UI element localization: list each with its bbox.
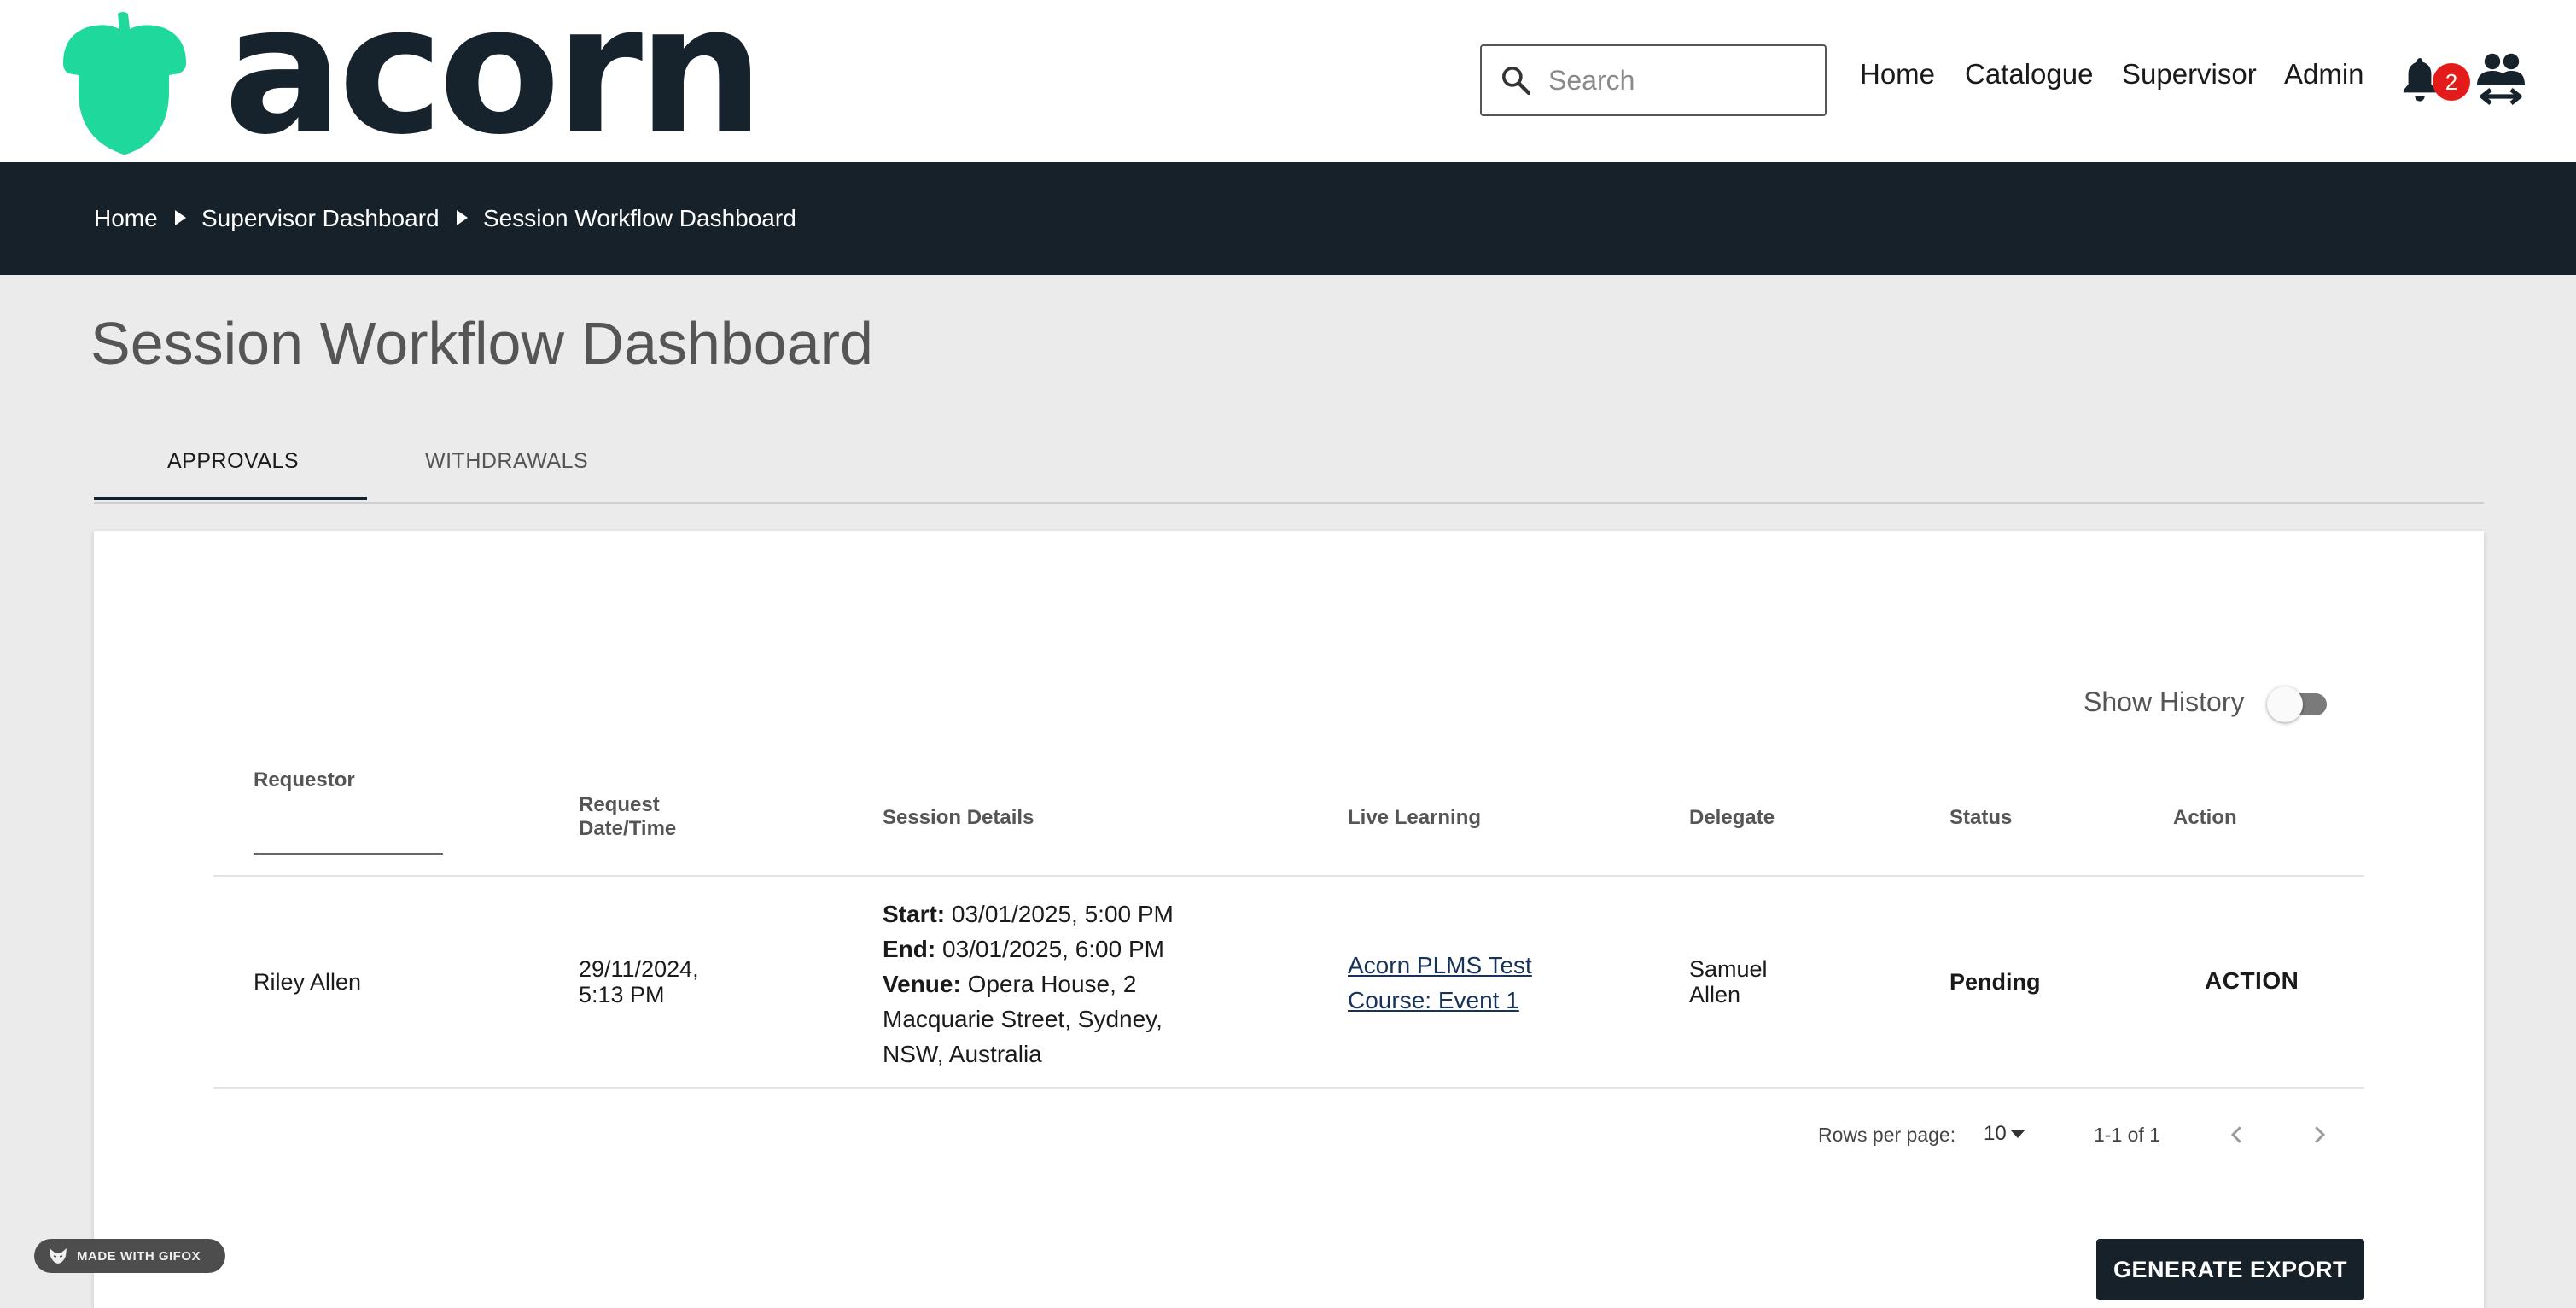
delegate-last-name: Allen [1689, 982, 1741, 1007]
cell-requestor: Riley Allen [254, 969, 362, 995]
generate-export-button[interactable]: GENERATE EXPORT [2096, 1239, 2364, 1300]
previous-page-icon[interactable] [2224, 1120, 2250, 1149]
tab-withdrawals[interactable]: WITHDRAWALS [425, 449, 588, 474]
live-learning-link[interactable]: Acorn PLMS Test Course: Event 1 [1348, 948, 1561, 1018]
show-history-label: Show History [2084, 686, 2245, 717]
caret-down-icon [2009, 1130, 2025, 1138]
tab-approvals[interactable]: APPROVALS [167, 449, 299, 474]
notification-badge: 2 [2433, 63, 2470, 101]
search-box[interactable] [1480, 44, 1827, 116]
nav-home[interactable]: Home [1860, 58, 1935, 91]
rows-per-page-select[interactable]: 10 [1984, 1122, 2025, 1146]
header-divider [213, 875, 2364, 877]
page-title: Session Workflow Dashboard [90, 310, 873, 377]
acorn-icon [63, 12, 186, 155]
column-header-request-line2: Date/Time [579, 817, 677, 840]
tabs-divider [94, 502, 2484, 504]
next-page-icon[interactable] [2306, 1120, 2332, 1149]
show-history-toggle-knob[interactable] [2267, 686, 2303, 722]
session-start-label: Start: [883, 901, 946, 927]
cell-session-details: Start: 03/01/2025, 5:00 PM End: 03/01/20… [883, 896, 1190, 1072]
breadcrumb-supervisor-dashboard[interactable]: Supervisor Dashboard [201, 205, 440, 232]
column-header-action: Action [2173, 806, 2237, 829]
session-end-label: End: [883, 936, 936, 962]
column-header-request-datetime: Request Date/Time [579, 793, 676, 841]
cell-request-datetime: 29/11/2024, 5:13 PM [579, 956, 699, 1007]
search-input[interactable] [1548, 64, 1821, 96]
column-header-session-details: Session Details [883, 806, 1034, 829]
status-badge: Pending [1949, 969, 2041, 995]
rows-per-page-label: Rows per page: [1818, 1124, 1956, 1146]
row-divider [213, 1087, 2364, 1089]
active-tab-indicator [94, 497, 367, 500]
breadcrumb-current: Session Workflow Dashboard [483, 205, 796, 231]
nav-catalogue[interactable]: Catalogue [1965, 58, 2093, 91]
column-header-requestor[interactable]: Requestor [254, 768, 355, 792]
nav-admin[interactable]: Admin [2284, 58, 2364, 91]
action-button[interactable]: ACTION [2205, 967, 2299, 995]
logo-wordmark: acorn [224, 0, 764, 174]
switch-user-icon[interactable] [2475, 51, 2526, 108]
cell-request-time: 5:13 PM [579, 982, 665, 1007]
nav-supervisor[interactable]: Supervisor [2122, 58, 2257, 91]
cell-delegate: Samuel Allen [1689, 956, 1768, 1007]
breadcrumb-home[interactable]: Home [94, 205, 158, 232]
column-header-delegate: Delegate [1689, 806, 1775, 829]
breadcrumb-separator-icon [175, 210, 186, 225]
rows-per-page-value: 10 [1984, 1122, 2007, 1145]
session-venue-label: Venue: [883, 971, 961, 997]
app-header: acorn Home Catalogue Supervisor Admin 2 [0, 0, 2576, 162]
approvals-card [94, 531, 2484, 1308]
gifox-label: MADE WITH GIFOX [77, 1248, 201, 1264]
cell-request-date: 29/11/2024, [579, 956, 699, 982]
delegate-first-name: Samuel [1689, 956, 1768, 982]
breadcrumb-separator-icon [457, 210, 468, 225]
gifox-watermark: MADE WITH GIFOX [34, 1239, 225, 1273]
fox-icon [50, 1248, 67, 1264]
search-icon [1502, 67, 1531, 96]
session-start: 03/01/2025, 5:00 PM [945, 901, 1174, 927]
session-end: 03/01/2025, 6:00 PM [935, 936, 1164, 962]
column-header-status: Status [1949, 806, 2013, 829]
acorn-logo[interactable]: acorn [61, 0, 764, 160]
pagination-range: 1-1 of 1 [2094, 1124, 2160, 1146]
requestor-filter-underline[interactable] [254, 853, 443, 855]
column-header-request-line1: Request [579, 793, 660, 816]
column-header-live-learning: Live Learning [1348, 806, 1482, 829]
